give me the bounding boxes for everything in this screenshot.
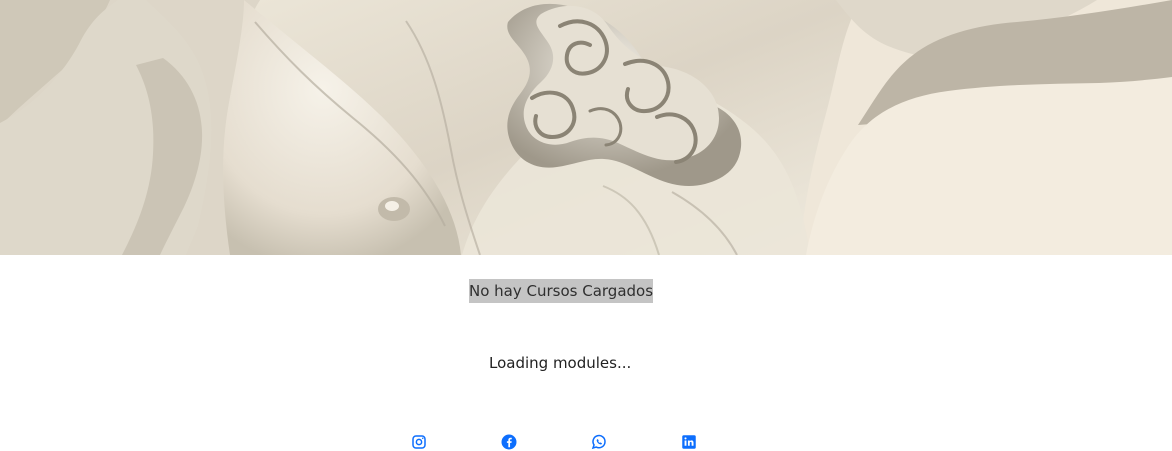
instagram-icon <box>410 433 430 451</box>
statue-hero-image <box>0 0 1172 255</box>
main-content: No hay Cursos Cargados Loading modules..… <box>0 255 1172 450</box>
loading-modules-text: Loading modules... <box>489 354 632 372</box>
facebook-link[interactable] <box>500 433 520 451</box>
linkedin-link[interactable] <box>680 433 700 451</box>
whatsapp-link[interactable] <box>590 433 610 451</box>
linkedin-icon <box>680 433 700 451</box>
no-courses-message: No hay Cursos Cargados <box>469 279 654 303</box>
facebook-icon <box>500 433 520 451</box>
social-links <box>410 433 710 450</box>
instagram-link[interactable] <box>410 433 430 451</box>
hero-banner <box>0 0 1172 255</box>
whatsapp-icon <box>590 433 610 451</box>
